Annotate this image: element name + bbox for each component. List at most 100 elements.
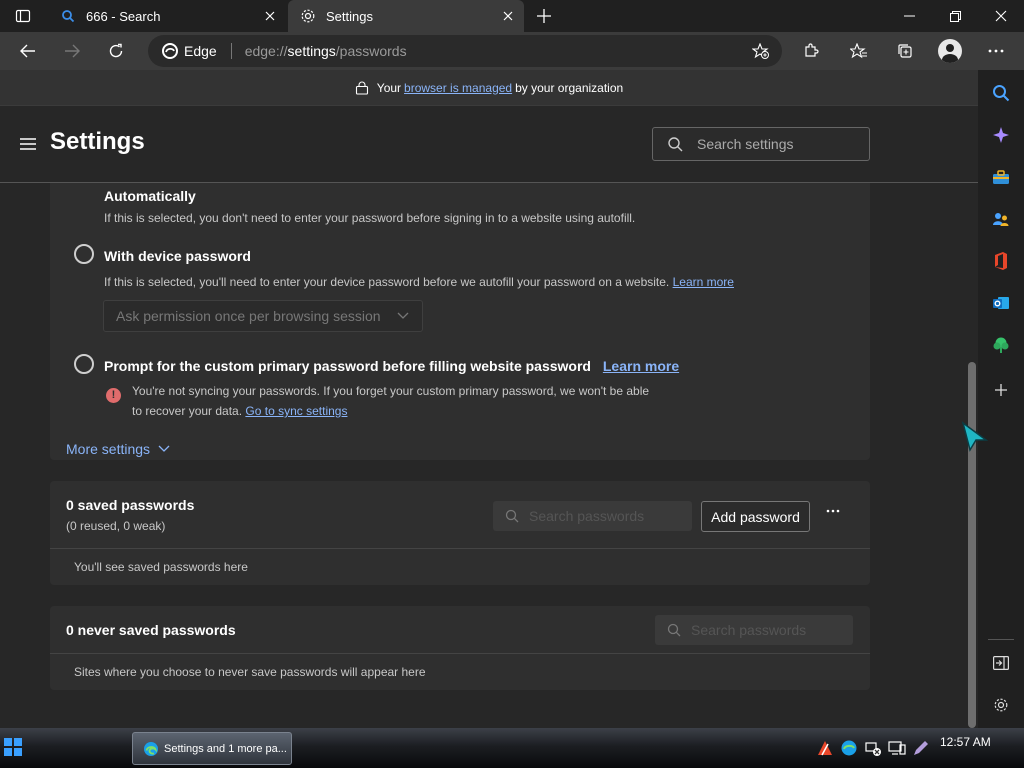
- sidebar-copilot-button[interactable]: [988, 122, 1014, 148]
- chevron-down-icon: [397, 312, 409, 319]
- add-password-button[interactable]: Add password: [701, 501, 810, 532]
- close-tab-button[interactable]: [494, 2, 522, 30]
- edge-tray-icon: [841, 740, 857, 756]
- option-custom-title-text: Prompt for the custom primary password b…: [104, 358, 591, 374]
- scrollbar-thumb[interactable]: [968, 362, 976, 728]
- tray-icon[interactable]: [912, 739, 930, 757]
- saved-passwords-empty: You'll see saved passwords here: [74, 560, 248, 574]
- learn-more-link[interactable]: Learn more: [603, 358, 679, 374]
- never-saved-passwords-card: 0 never saved passwords Sites where you …: [50, 606, 870, 690]
- managed-suffix: by your organization: [515, 80, 624, 95]
- saved-passwords-title: 0 saved passwords: [66, 497, 195, 513]
- sync-warning-line1: You're not syncing your passwords. If yo…: [132, 384, 650, 398]
- plus-icon: [537, 9, 551, 23]
- url-host: settings: [287, 43, 336, 59]
- tab-settings[interactable]: Settings: [288, 0, 524, 32]
- start-button[interactable]: [4, 738, 24, 758]
- arrow-right-icon: [65, 44, 80, 58]
- url-prefix: edge://: [244, 43, 288, 59]
- saved-passwords-card: 0 saved passwords (0 reused, 0 weak) Add…: [50, 481, 870, 585]
- search-passwords-field[interactable]: [529, 508, 689, 524]
- sidebar-settings-button[interactable]: [988, 692, 1014, 718]
- sidebar-people-button[interactable]: [988, 206, 1014, 232]
- profile-button[interactable]: [934, 35, 966, 67]
- managed-prefix: Your: [376, 80, 402, 95]
- never-saved-title: 0 never saved passwords: [66, 622, 236, 638]
- network-off-icon: [865, 742, 881, 756]
- refresh-button[interactable]: [100, 35, 132, 67]
- option-automatic-desc: If this is selected, you don't need to e…: [104, 211, 636, 225]
- sidebar-office-button[interactable]: [988, 248, 1014, 274]
- minimize-button[interactable]: [898, 8, 920, 24]
- tray-icon[interactable]: [888, 739, 906, 757]
- tray-icon[interactable]: [816, 739, 834, 757]
- sidebar-hide-button[interactable]: [988, 650, 1014, 676]
- sidebar-games-button[interactable]: [988, 332, 1014, 358]
- forward-button[interactable]: [56, 35, 88, 67]
- more-settings-label: More settings: [66, 441, 151, 457]
- address-bar[interactable]: Edge edge://settings/passwords: [148, 35, 782, 67]
- app-tray-icon: [818, 741, 832, 756]
- display-icon: [888, 741, 906, 755]
- more-settings-button[interactable]: More settings: [66, 441, 170, 457]
- extensions-button[interactable]: [795, 35, 827, 67]
- tray-icon[interactable]: [864, 739, 882, 757]
- search-icon: [60, 8, 76, 24]
- edge-sidebar: [978, 70, 1024, 728]
- search-settings-input[interactable]: [652, 127, 870, 161]
- radio-device-password[interactable]: [74, 244, 94, 264]
- refresh-icon: [109, 43, 123, 58]
- minimize-icon: [903, 15, 915, 17]
- tab-search[interactable]: 666 - Search: [48, 0, 286, 32]
- search-settings-field[interactable]: [697, 136, 867, 152]
- sync-warning-line2-text: to recover your data.: [132, 404, 243, 418]
- close-icon: [265, 11, 275, 21]
- search-never-saved-field[interactable]: [691, 622, 851, 638]
- sidebar-tools-button[interactable]: [988, 164, 1014, 190]
- sync-warning-line2: to recover your data. Go to sync setting…: [132, 404, 347, 418]
- restore-icon: [949, 10, 961, 22]
- sidebar-add-button[interactable]: [988, 377, 1014, 403]
- go-to-sync-settings-link[interactable]: Go to sync settings: [245, 404, 347, 418]
- radio-custom-password[interactable]: [74, 354, 94, 374]
- taskbar: Settings and 1 more pa... 12:57 AM: [0, 728, 1024, 768]
- browser-managed-link[interactable]: browser is managed: [404, 81, 512, 95]
- warning-icon: !: [106, 388, 121, 403]
- tray-icon[interactable]: [840, 739, 858, 757]
- search-never-saved-input[interactable]: [655, 615, 853, 645]
- clock[interactable]: 12:57 AM: [940, 735, 991, 749]
- search-icon: [993, 85, 1010, 102]
- url-text[interactable]: edge://settings/passwords: [245, 43, 407, 59]
- mouse-cursor: [961, 421, 989, 452]
- sidebar-collapse-icon: [993, 656, 1009, 670]
- edge-icon: [144, 741, 158, 756]
- new-tab-button[interactable]: [532, 4, 556, 28]
- settings-and-more-button[interactable]: [980, 35, 1012, 67]
- settings-header: Settings: [0, 106, 978, 183]
- autofill-permission-dropdown[interactable]: Ask permission once per browsing session: [103, 300, 423, 332]
- taskbar-edge-button[interactable]: Settings and 1 more pa...: [132, 732, 292, 765]
- sidebar-outlook-button[interactable]: [988, 290, 1014, 316]
- tab-label: 666 - Search: [86, 8, 161, 24]
- star-list-icon: [850, 42, 867, 58]
- learn-more-link[interactable]: Learn more: [673, 275, 734, 289]
- more-actions-button[interactable]: [826, 509, 840, 513]
- menu-icon[interactable]: [18, 134, 38, 154]
- back-button[interactable]: [12, 35, 44, 67]
- close-tab-button[interactable]: [256, 2, 284, 30]
- favorites-button[interactable]: [843, 35, 875, 67]
- collections-button[interactable]: [889, 35, 921, 67]
- lock-icon: [355, 81, 368, 95]
- option-device-desc: If this is selected, you'll need to ente…: [104, 275, 734, 289]
- close-window-button[interactable]: [990, 8, 1012, 24]
- restore-button[interactable]: [944, 8, 966, 24]
- search-passwords-input[interactable]: [493, 501, 692, 531]
- windows-logo-icon: [4, 738, 22, 756]
- divider: [988, 639, 1014, 640]
- page-title: Settings: [50, 128, 145, 155]
- sparkle-icon: [993, 127, 1009, 143]
- add-favorite-button[interactable]: [752, 43, 770, 60]
- tab-actions-button[interactable]: [12, 7, 34, 25]
- search-icon: [667, 623, 681, 637]
- sidebar-search-button[interactable]: [988, 80, 1014, 106]
